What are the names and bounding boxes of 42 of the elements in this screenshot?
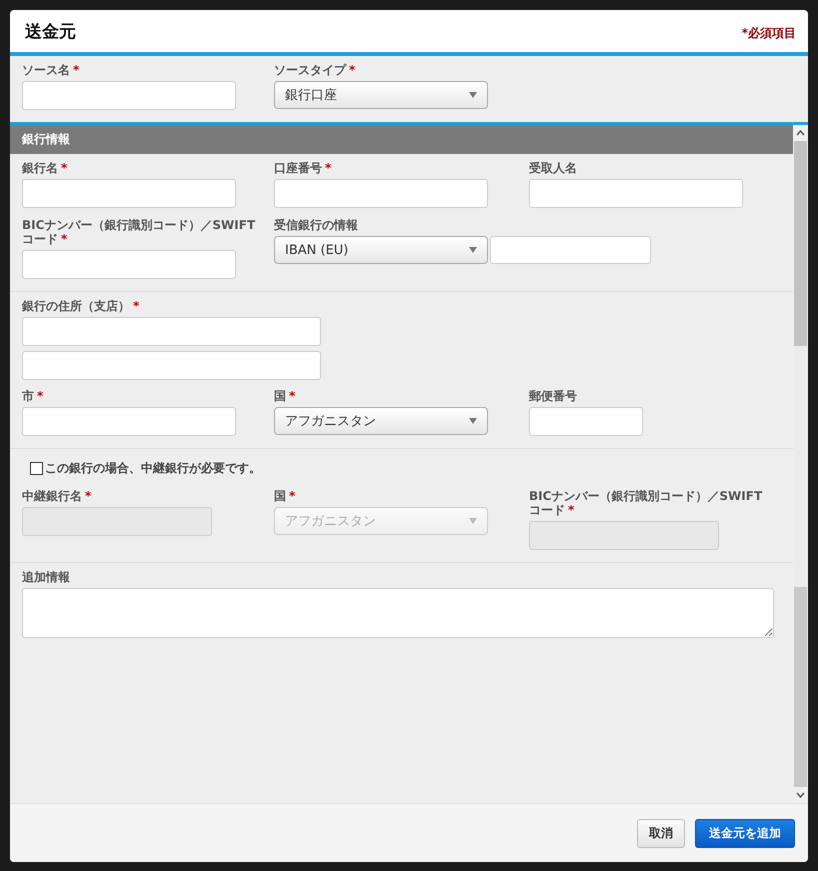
field-label: ソースタイプ *: [274, 63, 356, 77]
text-field[interactable]: [22, 179, 236, 208]
field-label: 市 *: [22, 389, 44, 403]
field-label: 郵便番号: [529, 389, 578, 403]
caret-icon: [469, 418, 477, 424]
text-field[interactable]: [490, 236, 651, 264]
caret-icon: [469, 518, 477, 524]
text-field[interactable]: [274, 179, 488, 208]
field-label: ソース名 *: [22, 63, 80, 77]
dropdown[interactable]: 銀行口座: [274, 81, 488, 109]
checkbox[interactable]: [30, 462, 43, 475]
field-label: BICナンバー（銀行識別コード）／SWIFT コード *: [22, 218, 256, 246]
field-label: 受取人名: [529, 161, 578, 175]
cancel-button[interactable]: 取消: [637, 818, 685, 848]
text-field[interactable]: [22, 351, 321, 380]
text-field[interactable]: [22, 407, 236, 436]
required-note: *必須項目: [742, 24, 796, 42]
submit-button[interactable]: 送金元を追加: [695, 818, 795, 848]
field-label: 銀行名 *: [22, 161, 68, 175]
checkbox-label: この銀行の場合、中継銀行が必要です。: [45, 460, 261, 477]
field-label: BICナンバー（銀行識別コード）／SWIFT コード *: [529, 489, 764, 517]
text-area[interactable]: [22, 588, 774, 638]
field-label: 中継銀行名 *: [22, 489, 92, 503]
field-label: 受信銀行の情報: [274, 218, 359, 232]
section-header: 銀行情報: [10, 125, 793, 154]
field-label: 国 *: [274, 489, 296, 503]
field-label: 口座番号 *: [274, 161, 332, 175]
field-label: 銀行の住所（支店） *: [22, 299, 140, 313]
dropdown[interactable]: IBAN (EU): [274, 236, 488, 264]
dropdown[interactable]: アフガニスタン: [274, 407, 488, 435]
text-field[interactable]: [22, 250, 236, 279]
text-field[interactable]: [529, 407, 643, 436]
caret-icon: [469, 92, 477, 98]
caret-icon: [469, 247, 477, 253]
field-label: 国 *: [274, 389, 296, 403]
field-label: 追加情報: [22, 570, 71, 584]
text-field[interactable]: [22, 81, 236, 110]
scroll-down-icon[interactable]: [796, 792, 805, 798]
dialog-title: 送金元: [25, 20, 76, 42]
scroll-up-icon[interactable]: [796, 130, 805, 136]
text-field[interactable]: [529, 179, 743, 208]
text-field[interactable]: [22, 317, 321, 346]
